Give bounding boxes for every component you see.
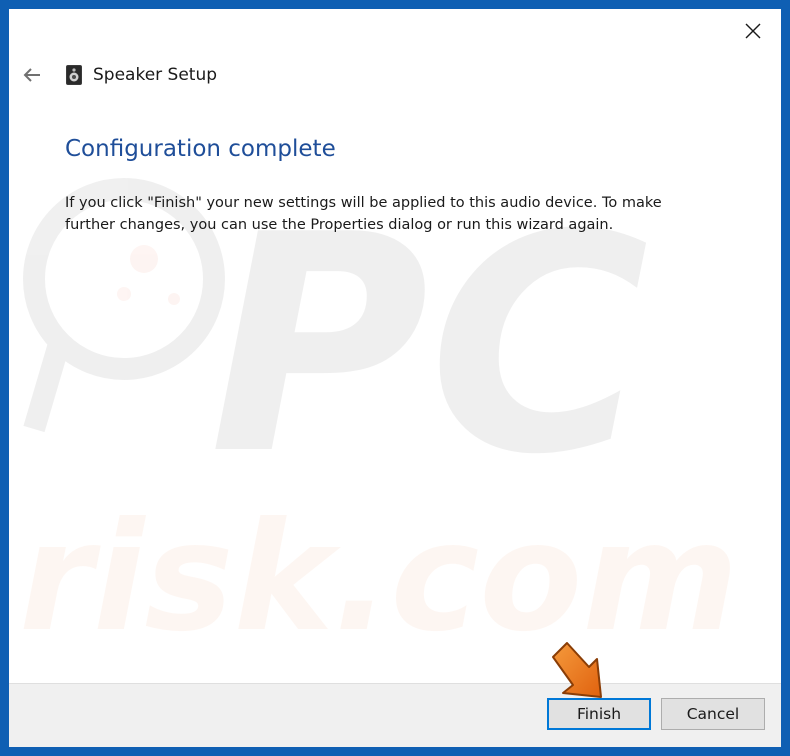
- close-button[interactable]: [735, 17, 771, 45]
- description-text: If you click "Finish" your new settings …: [65, 195, 662, 233]
- watermark-text-risk: risk.com: [19, 491, 739, 665]
- button-bar: Finish Cancel: [9, 683, 781, 747]
- speaker-icon: [66, 65, 82, 85]
- window-frame: PC risk.com Speaker Setup Configuration …: [0, 0, 790, 756]
- pointer-arrow-icon: [552, 642, 602, 698]
- dialog-window: PC risk.com Speaker Setup Configuration …: [9, 9, 781, 747]
- cancel-button[interactable]: Cancel: [661, 698, 765, 730]
- window-title: Speaker Setup: [93, 65, 218, 85]
- back-button[interactable]: [19, 64, 45, 86]
- page-heading: Configuration complete: [65, 136, 336, 162]
- back-arrow-icon: [23, 68, 40, 82]
- close-icon: [745, 23, 761, 39]
- watermark-logo: PC risk.com: [19, 171, 739, 665]
